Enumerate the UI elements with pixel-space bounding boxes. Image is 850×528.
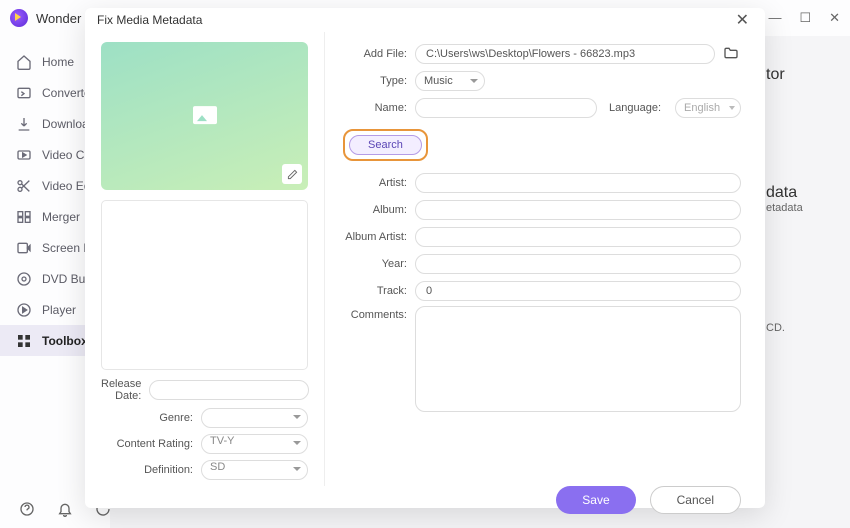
compress-icon (16, 147, 32, 163)
year-label: Year: (343, 258, 415, 270)
chevron-down-icon (293, 415, 301, 419)
background-peek: tor data etadata CD. (766, 66, 836, 334)
release-date-input[interactable] (149, 380, 309, 400)
sidebar-item-label: DVD Bur (42, 272, 89, 286)
name-input[interactable] (415, 98, 597, 118)
modal-header: Fix Media Metadata ✕ (85, 8, 765, 32)
sidebar-item-label: Player (42, 303, 76, 317)
album-artist-input[interactable] (415, 227, 741, 247)
sidebar-item-label: Downloa (42, 117, 89, 131)
close-modal-button[interactable]: ✕ (732, 8, 753, 32)
chevron-down-icon (729, 106, 735, 110)
brand-label: Wonder (36, 11, 81, 26)
artist-input[interactable] (415, 173, 741, 193)
album-label: Album: (343, 204, 415, 216)
modal-footer: Save Cancel (85, 486, 765, 514)
close-window-button[interactable]: ✕ (829, 10, 840, 26)
sidebar-item-label: Video Co (42, 148, 91, 162)
search-button[interactable]: Search (349, 135, 422, 155)
comments-label: Comments: (343, 306, 415, 321)
app-logo-icon (10, 9, 28, 27)
type-select[interactable]: Music (415, 71, 485, 91)
chevron-down-icon (293, 467, 301, 471)
folder-icon[interactable] (723, 45, 741, 63)
genre-label: Genre: (101, 412, 201, 424)
cancel-button[interactable]: Cancel (650, 486, 741, 514)
scissors-icon (16, 178, 32, 194)
name-label: Name: (343, 102, 415, 114)
edit-cover-button[interactable] (282, 164, 302, 184)
thumbnail-results-box (101, 200, 308, 370)
recorder-icon (16, 240, 32, 256)
language-select[interactable]: English (675, 98, 741, 118)
language-label: Language: (609, 102, 669, 114)
play-icon (16, 302, 32, 318)
sidebar-item-label: Toolbox (42, 334, 88, 348)
toolbox-icon (16, 333, 32, 349)
image-placeholder-icon (193, 106, 217, 124)
bell-icon[interactable] (56, 500, 74, 518)
chevron-down-icon (293, 441, 301, 445)
type-label: Type: (343, 75, 415, 87)
definition-label: Definition: (101, 464, 201, 476)
album-artist-label: Album Artist: (343, 231, 415, 243)
comments-textarea[interactable] (415, 306, 741, 412)
modal-right-column: Add File: Type: Music Name: Language: En… (325, 32, 765, 486)
maximize-button[interactable]: ☐ (799, 10, 811, 26)
minimize-button[interactable]: — (768, 10, 781, 26)
help-icon[interactable] (18, 500, 36, 518)
search-highlight: Search (343, 129, 428, 161)
converter-icon (16, 85, 32, 101)
sidebar-item-label: Home (42, 55, 74, 69)
sidebar-item-label: Merger (42, 210, 80, 224)
modal-title: Fix Media Metadata (97, 13, 202, 27)
save-button[interactable]: Save (556, 486, 635, 514)
content-rating-label: Content Rating: (101, 438, 201, 450)
genre-select[interactable] (201, 408, 308, 428)
sidebar-item-label: Video Ed (42, 179, 91, 193)
modal-left-column: Release Date: Genre: Content Rating:TV-Y… (85, 32, 325, 486)
album-input[interactable] (415, 200, 741, 220)
addfile-input[interactable] (415, 44, 715, 64)
artist-label: Artist: (343, 177, 415, 189)
addfile-label: Add File: (343, 48, 415, 60)
content-rating-select[interactable]: TV-Y (201, 434, 308, 454)
definition-select[interactable]: SD (201, 460, 308, 480)
fix-metadata-modal: Fix Media Metadata ✕ Release Date: Genre… (85, 8, 765, 508)
sidebar-item-label: Converte (42, 86, 91, 100)
year-input[interactable] (415, 254, 741, 274)
cover-art-preview (101, 42, 308, 190)
chevron-down-icon (470, 79, 478, 83)
disc-icon (16, 271, 32, 287)
track-label: Track: (343, 285, 415, 297)
track-input[interactable] (415, 281, 741, 301)
home-icon (16, 54, 32, 70)
release-date-label: Release Date: (101, 378, 149, 402)
window-controls: — ☐ ✕ (768, 10, 840, 26)
download-icon (16, 116, 32, 132)
merger-icon (16, 209, 32, 225)
